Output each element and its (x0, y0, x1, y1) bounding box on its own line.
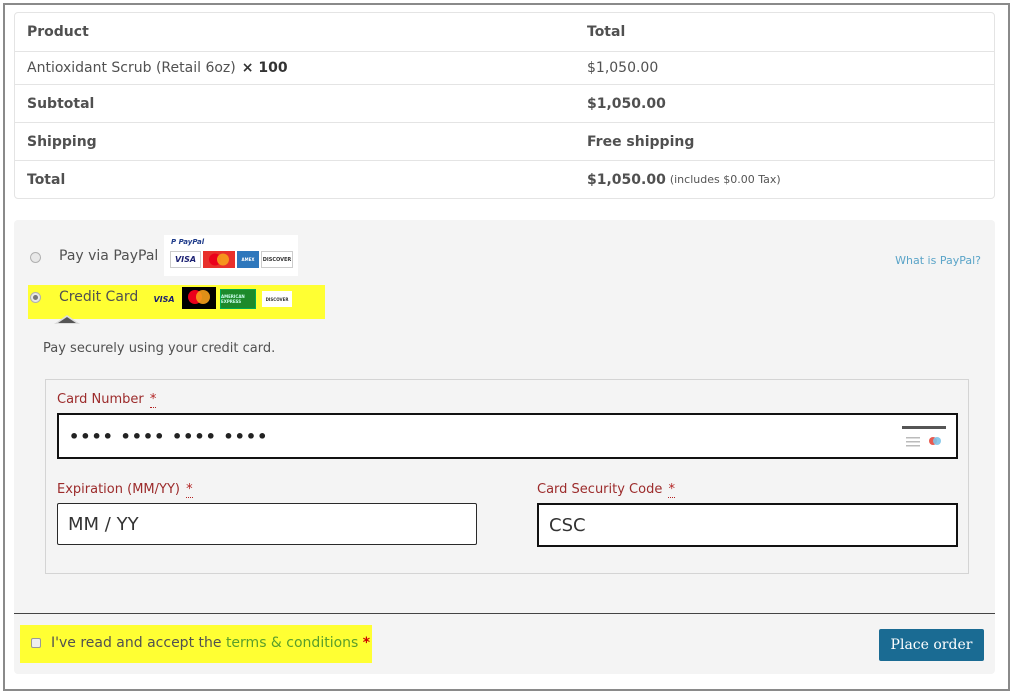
product-quantity: × 100 (241, 60, 288, 76)
terms-checkbox[interactable] (31, 638, 41, 648)
payment-section: Pay via PayPal P PayPal VISA AMEX DISCOV… (14, 220, 995, 674)
subtotal-row: Subtotal $1,050.00 (15, 84, 994, 122)
csc-label-text: Card Security Code (537, 482, 663, 497)
cc-discover-icon: DISCOVER (262, 291, 292, 307)
selection-arrow-inner-icon (58, 317, 76, 323)
terms-required-marker: * (362, 635, 371, 651)
visa-icon: VISA (170, 251, 201, 268)
paypal-radio[interactable] (30, 252, 41, 263)
cc-mastercard-icon (182, 287, 216, 309)
expiration-placeholder: MM / YY (68, 513, 139, 535)
paypal-p-icon: P (171, 238, 177, 246)
tax-note: (includes $0.00 Tax) (669, 173, 781, 186)
table-row: Antioxidant Scrub (Retail 6oz) × 100 $1,… (15, 51, 994, 84)
total-header: Total (587, 24, 626, 40)
total-value: $1,050.00 (587, 171, 666, 188)
amex-icon: AMEX (237, 251, 259, 268)
table-header-row: Product Total (15, 13, 994, 51)
terms-label: I've read and accept the terms & conditi… (51, 635, 370, 651)
cc-visa-icon: VISA (153, 295, 175, 304)
terms-prefix: I've read and accept the (51, 635, 226, 651)
paypal-logo-text: PayPal (178, 238, 205, 246)
terms-link[interactable]: terms & conditions (226, 635, 358, 651)
card-number-input[interactable]: •••• •••• •••• •••• (57, 413, 958, 459)
total-row: Total $1,050.00 (includes $0.00 Tax) (15, 160, 994, 198)
expiration-input[interactable]: MM / YY (57, 503, 477, 545)
card-number-value: •••• •••• •••• •••• (69, 426, 269, 446)
section-divider (14, 613, 995, 614)
place-order-button[interactable]: Place order (879, 629, 984, 661)
paypal-label[interactable]: Pay via PayPal (59, 248, 158, 264)
required-marker: * (149, 392, 157, 408)
payment-description: Pay securely using your credit card. (43, 341, 276, 356)
order-review-table: Product Total Antioxidant Scrub (Retail … (14, 12, 995, 199)
cc-amex-icon: AMERICAN EXPRESS (220, 289, 256, 309)
shipping-value: Free shipping (587, 133, 695, 150)
total-label: Total (27, 171, 66, 188)
credit-card-icon (902, 426, 946, 447)
product-cell: Antioxidant Scrub (Retail 6oz) × 100 (15, 52, 575, 84)
discover-icon: DISCOVER (261, 251, 293, 268)
shipping-label: Shipping (27, 133, 97, 150)
required-marker: * (186, 482, 193, 498)
csc-input[interactable]: CSC (537, 503, 958, 547)
subtotal-label: Subtotal (27, 95, 95, 112)
mastercard-icon (203, 251, 235, 268)
csc-label: Card Security Code * (537, 482, 675, 498)
card-number-label-text: Card Number (57, 392, 144, 407)
checkout-frame: Product Total Antioxidant Scrub (Retail … (3, 3, 1010, 691)
product-header: Product (27, 24, 89, 40)
product-total: $1,050.00 (587, 60, 659, 76)
credit-card-form: Card Number * •••• •••• •••• •••• Expira… (45, 379, 969, 574)
card-number-label: Card Number * (57, 392, 157, 408)
paypal-wordmark: P PayPal (171, 238, 204, 246)
total-value-cell: $1,050.00 (includes $0.00 Tax) (575, 161, 994, 198)
shipping-row: Shipping Free shipping (15, 122, 994, 160)
what-is-paypal-link[interactable]: What is PayPal? (895, 254, 981, 267)
paypal-logo: P PayPal VISA AMEX DISCOVER (164, 235, 298, 276)
product-name: Antioxidant Scrub (Retail 6oz) (27, 60, 236, 76)
credit-card-label[interactable]: Credit Card (59, 289, 138, 305)
expiration-label: Expiration (MM/YY) * (57, 482, 193, 498)
csc-placeholder: CSC (549, 514, 586, 536)
subtotal-value: $1,050.00 (587, 95, 666, 112)
expiration-label-text: Expiration (MM/YY) (57, 482, 180, 497)
required-marker: * (668, 482, 675, 498)
credit-card-radio[interactable] (30, 292, 41, 303)
